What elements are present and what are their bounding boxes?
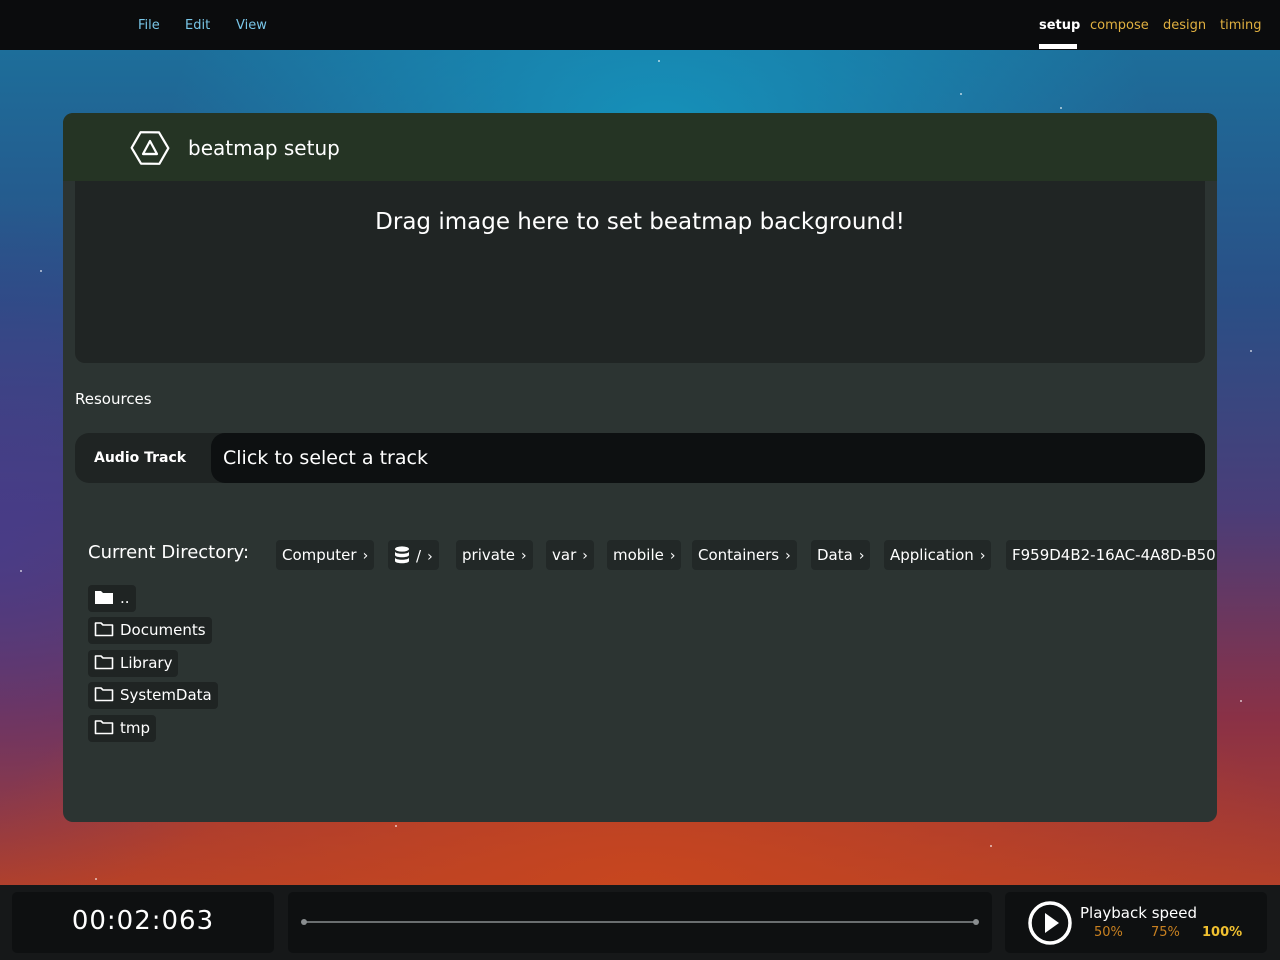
breadcrumb-root[interactable]: / ›: [388, 540, 439, 570]
tab-design[interactable]: design: [1163, 18, 1206, 33]
breadcrumb-label: private: [462, 546, 516, 564]
panel-title: beatmap setup: [188, 136, 340, 160]
folder-icon: [94, 622, 114, 637]
breadcrumb-computer[interactable]: Computer ›: [276, 540, 375, 570]
chevron-right-icon: ›: [521, 548, 527, 564]
star: [40, 270, 42, 272]
menu-view[interactable]: View: [236, 18, 267, 33]
play-button[interactable]: [1027, 900, 1073, 946]
star: [990, 845, 992, 847]
breadcrumb-var[interactable]: var ›: [546, 540, 594, 570]
star: [95, 878, 97, 880]
menu-file[interactable]: File: [138, 18, 160, 33]
audio-track-label: Audio Track: [94, 450, 187, 466]
menu-edit[interactable]: Edit: [185, 18, 210, 33]
file-entry-parent[interactable]: ..: [88, 585, 136, 612]
timeline-seekbar[interactable]: [301, 919, 979, 925]
chevron-right-icon: ›: [785, 548, 791, 564]
audio-track-row: Audio Track Click to select a track: [75, 433, 1205, 483]
beatmap-setup-panel: beatmap setup Drag image here to set bea…: [63, 113, 1217, 822]
file-entry-documents[interactable]: Documents: [88, 617, 212, 644]
speed-option-50[interactable]: 50%: [1094, 925, 1123, 940]
panel-header: beatmap setup: [63, 113, 1217, 181]
playback-speed-label: Playback speed: [1080, 904, 1198, 922]
breadcrumb-label: Containers: [698, 546, 780, 564]
file-entry-systemdata[interactable]: SystemData: [88, 682, 218, 709]
star: [1240, 700, 1242, 702]
file-entry-tmp[interactable]: tmp: [88, 715, 157, 742]
folder-icon: [94, 655, 114, 670]
database-icon: [395, 546, 409, 564]
file-entry-label: SystemData: [120, 686, 212, 704]
breadcrumb-label: var: [552, 546, 577, 564]
star: [960, 93, 962, 95]
timeline-start-marker[interactable]: [301, 919, 307, 925]
active-tab-indicator: [1039, 44, 1077, 49]
file-entry-label: ..: [120, 589, 130, 607]
timeline-end-marker[interactable]: [973, 919, 979, 925]
star: [658, 60, 660, 62]
folder-icon: [94, 687, 114, 702]
timeline-panel: [288, 892, 992, 953]
star: [20, 570, 22, 572]
time-display: 00:02:063: [12, 892, 274, 953]
playback-panel: Playback speed 50% 75% 100%: [1005, 892, 1267, 953]
folder-icon: [94, 720, 114, 735]
file-entry-label: Library: [120, 654, 173, 672]
menubar: File Edit View setup compose design timi…: [0, 0, 1280, 50]
file-entry-label: tmp: [120, 719, 151, 737]
audio-track-value: Click to select a track: [223, 447, 428, 469]
resources-heading: Resources: [75, 390, 152, 408]
breadcrumb-data[interactable]: Data ›: [811, 540, 871, 570]
file-entry-library[interactable]: Library: [88, 650, 179, 677]
beatmap-setup-icon: [130, 131, 170, 165]
breadcrumb-label: Application: [890, 546, 974, 564]
speed-option-75[interactable]: 75%: [1151, 925, 1180, 940]
audio-track-selector[interactable]: Click to select a track: [211, 433, 1205, 483]
breadcrumb-label: F959D4B2-16AC-4A8D-B50: [1012, 546, 1216, 564]
current-directory-label: Current Directory:: [88, 542, 250, 563]
tab-compose[interactable]: compose: [1090, 18, 1149, 33]
breadcrumb-private[interactable]: private ›: [456, 540, 533, 570]
breadcrumb-label: /: [416, 547, 422, 565]
chevron-right-icon: ›: [858, 548, 865, 564]
chevron-right-icon: ›: [427, 549, 433, 565]
star: [1250, 350, 1252, 352]
star: [1060, 107, 1062, 109]
breadcrumb-label: Data: [817, 546, 853, 564]
chevron-right-icon: ›: [669, 548, 676, 564]
file-entry-label: Documents: [120, 621, 206, 639]
star: [395, 825, 397, 827]
speed-option-100[interactable]: 100%: [1202, 925, 1242, 940]
background-drop-text: Drag image here to set beatmap backgroun…: [375, 209, 905, 235]
current-time: 00:02:063: [71, 906, 215, 936]
chevron-right-icon: ›: [979, 548, 986, 564]
breadcrumb-app-id[interactable]: F959D4B2-16AC-4A8D-B50: [1006, 540, 1217, 570]
chevron-right-icon: ›: [362, 548, 369, 564]
tab-timing[interactable]: timing: [1220, 18, 1261, 33]
breadcrumb-application[interactable]: Application ›: [884, 540, 992, 570]
breadcrumb-label: mobile: [613, 546, 664, 564]
breadcrumb-label: Computer: [282, 546, 357, 564]
chevron-right-icon: ›: [582, 548, 588, 564]
breadcrumb-containers[interactable]: Containers ›: [692, 540, 797, 570]
bottom-bar: 00:02:063 Playback speed 50% 75% 100%: [0, 885, 1280, 960]
folder-filled-icon: [95, 591, 113, 604]
directory-breadcrumb: Computer › / › private › var › mobile › Conta…: [275, 540, 1217, 570]
breadcrumb-mobile[interactable]: mobile ›: [607, 540, 682, 570]
background-drop-zone[interactable]: Drag image here to set beatmap backgroun…: [75, 181, 1205, 363]
tab-setup[interactable]: setup: [1039, 18, 1080, 33]
